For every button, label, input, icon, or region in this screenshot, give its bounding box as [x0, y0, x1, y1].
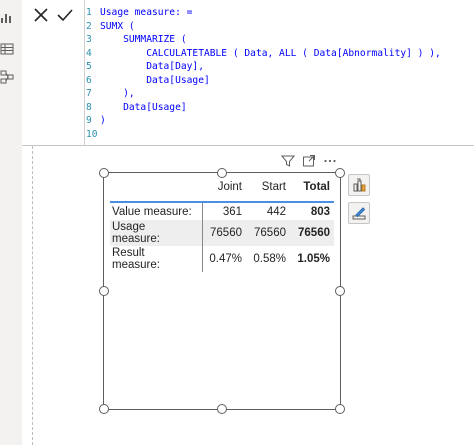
table-view-icon[interactable]: [0, 42, 14, 56]
cell[interactable]: 442: [246, 202, 290, 220]
matrix-visual[interactable]: Joint Start Total Value measure: 361 442…: [103, 172, 341, 410]
column-header-joint[interactable]: Joint: [202, 177, 246, 202]
cell[interactable]: 76560: [246, 220, 290, 246]
report-view-icon[interactable]: [0, 10, 14, 24]
formula-divider: [84, 0, 85, 145]
code-line: 10: [86, 128, 98, 140]
resize-handle-left[interactable]: [99, 286, 109, 296]
cell[interactable]: 361: [202, 202, 246, 220]
close-icon[interactable]: [30, 4, 52, 26]
row-header[interactable]: Result measure:: [110, 246, 203, 272]
resize-handle-top-left[interactable]: [99, 168, 109, 178]
code-line: 8 Data[Usage]: [86, 101, 187, 113]
code-line: 4 CALCULATETABLE ( Data, ALL ( Data[Abno…: [86, 47, 441, 59]
left-rail: [0, 0, 23, 445]
code-line: 5 Data[Day],: [86, 61, 204, 72]
matrix-header-row: Joint Start Total: [110, 177, 334, 202]
resize-handle-right[interactable]: [335, 286, 345, 296]
code-line: 9): [86, 115, 106, 126]
cell[interactable]: 76560: [202, 220, 246, 246]
code-line: 2 SUMX (: [86, 20, 135, 32]
cell[interactable]: 0.47%: [202, 246, 246, 272]
table-row: Value measure: 361 442 803: [110, 202, 334, 220]
formula-bar: 1 Usage measure: = 2 SUMX ( 3 SUMMARIZE ( …: [22, 0, 474, 146]
matrix-table: Joint Start Total Value measure: 361 442…: [110, 177, 334, 272]
code-line: 6 Data[Usage]: [86, 74, 210, 86]
total-cell[interactable]: 1.05%: [290, 246, 334, 272]
resize-handle-bottom-right[interactable]: [335, 404, 345, 414]
column-header-total[interactable]: Total: [290, 177, 334, 202]
resize-handle-bottom[interactable]: [217, 404, 227, 414]
focus-mode-icon[interactable]: [302, 154, 316, 168]
format-visual-button[interactable]: [348, 202, 370, 224]
build-visual-button[interactable]: [348, 174, 370, 196]
filter-icon[interactable]: [281, 154, 295, 168]
canvas-guide: [32, 146, 34, 445]
resize-handle-top-right[interactable]: [335, 168, 345, 178]
table-row: Result measure: 0.47% 0.58% 1.05%: [110, 246, 334, 272]
code-line: 1 Usage measure: =: [86, 7, 193, 18]
corner-header: [110, 177, 202, 202]
total-cell[interactable]: 803: [290, 202, 334, 220]
dax-editor[interactable]: 1 Usage measure: = 2 SUMX ( 3 SUMMARIZE ( …: [86, 6, 472, 141]
more-options-icon[interactable]: [323, 154, 337, 168]
build-visual-icon: [353, 178, 366, 192]
code-line: 3 SUMMARIZE (: [86, 34, 187, 45]
code-line: 7 ),: [86, 88, 135, 99]
table-row: Usage measure: 76560 76560 76560: [110, 220, 334, 246]
row-header[interactable]: Usage measure:: [110, 220, 203, 246]
cell[interactable]: 0.58%: [246, 246, 290, 272]
resize-handle-bottom-left[interactable]: [99, 404, 109, 414]
format-visual-icon: [352, 207, 366, 220]
total-cell[interactable]: 76560: [290, 220, 334, 246]
check-icon[interactable]: [54, 4, 76, 26]
row-header[interactable]: Value measure:: [110, 202, 203, 220]
resize-handle-top[interactable]: [217, 168, 227, 178]
model-view-icon[interactable]: [0, 70, 14, 84]
column-header-start[interactable]: Start: [246, 177, 290, 202]
